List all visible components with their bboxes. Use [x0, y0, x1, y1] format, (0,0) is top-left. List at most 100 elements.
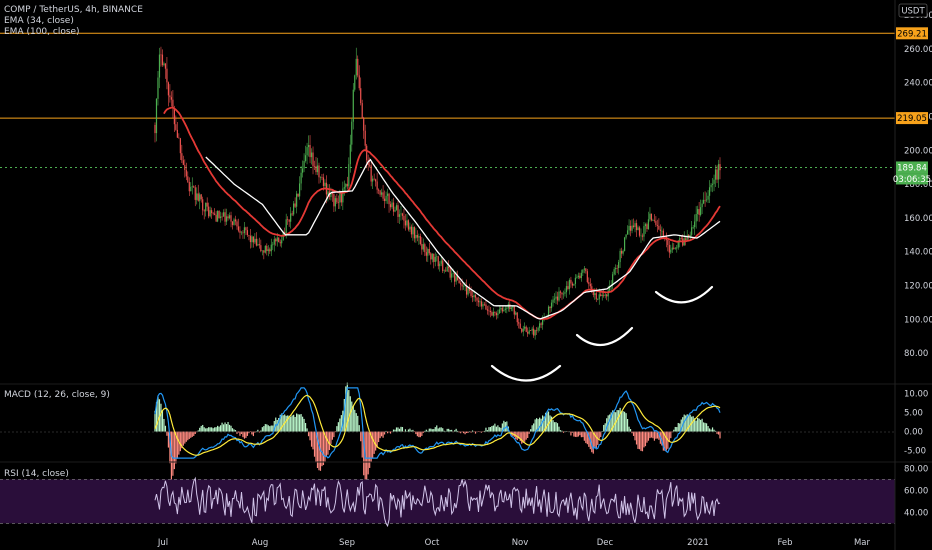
candle-body — [713, 179, 715, 184]
macd-histogram-bar — [191, 431, 193, 437]
candle-body — [272, 244, 274, 246]
rsi-pane[interactable] — [0, 476, 895, 528]
trading-chart[interactable]: 280.00260.00240.00220.00200.00180.00160.… — [0, 0, 932, 550]
macd-histogram-bar — [641, 431, 644, 452]
macd-histogram-bar — [182, 431, 184, 446]
macd-histogram-bar — [166, 431, 168, 436]
candle-body — [501, 307, 503, 312]
candle-body — [319, 177, 322, 178]
candle-body — [694, 221, 696, 228]
candle-body — [671, 247, 673, 250]
candle-body — [266, 245, 268, 252]
candle-body — [410, 226, 413, 235]
macd-legend[interactable]: MACD (12, 26, close, 9) — [4, 390, 110, 400]
candle-body — [346, 183, 348, 187]
candle-body — [622, 250, 624, 254]
macd-histogram-bar — [454, 430, 456, 432]
candle-body — [307, 145, 310, 148]
macd-histogram-bar — [312, 431, 314, 450]
candle-body — [574, 277, 576, 284]
candle-body — [281, 240, 283, 244]
candle-body — [300, 172, 302, 184]
candle-body — [637, 227, 639, 231]
candle-body — [261, 250, 263, 252]
macd-histogram-bar — [219, 425, 222, 432]
candle-body — [515, 312, 517, 315]
candle-body — [524, 326, 526, 329]
ema34-legend[interactable]: EMA (34, close) — [4, 16, 74, 26]
macd-histogram-bar — [351, 401, 353, 432]
candle-body — [234, 219, 237, 222]
candle-body — [322, 177, 325, 186]
macd-histogram-bar — [708, 428, 711, 432]
macd-histogram-bar — [521, 431, 523, 444]
candle-body — [588, 282, 590, 285]
symbol-title[interactable]: COMP / TetherUS, 4h, BINANCE — [4, 5, 143, 15]
candle-body — [446, 266, 448, 272]
macd-histogram-bar — [206, 428, 208, 432]
candle-body — [419, 236, 421, 245]
macd-histogram-bar — [242, 431, 244, 438]
macd-histogram-bar — [203, 427, 205, 432]
candle-body — [237, 226, 240, 231]
macd-histogram-bar — [424, 430, 426, 432]
candle-body — [653, 220, 656, 221]
level-tag-label: 219.05 — [897, 114, 927, 124]
candle-body — [443, 270, 445, 272]
candle-body — [191, 186, 193, 187]
rsi-legend[interactable]: RSI (14, close) — [4, 469, 69, 479]
macd-histogram-bar — [209, 427, 211, 432]
candle-body — [418, 236, 420, 238]
price-tick-label: 160.00 — [904, 214, 932, 224]
candle-body — [194, 187, 196, 200]
candle-body — [621, 250, 623, 254]
candle-body — [303, 160, 305, 169]
rsi-tick-label: 60.00 — [904, 486, 928, 496]
candle-body — [589, 284, 591, 287]
candle-body — [670, 249, 672, 253]
candle-body — [409, 226, 411, 230]
candle-body — [288, 219, 290, 222]
macd-histogram-bar — [394, 429, 396, 432]
candle-body — [351, 121, 353, 145]
candle-body — [564, 292, 566, 294]
macd-histogram-bar — [703, 422, 705, 432]
macd-histogram-bar — [598, 431, 600, 439]
macd-histogram-bar — [458, 431, 460, 433]
candle-body — [327, 191, 329, 195]
rsi-axis[interactable]: 80.00 60.00 40.00 — [904, 464, 928, 518]
candle-body — [154, 124, 156, 134]
candle-body — [440, 260, 442, 264]
candle-body — [704, 199, 706, 201]
candle-body — [454, 273, 456, 282]
macd-histogram-bar — [157, 396, 159, 432]
macd-histogram-bar — [418, 431, 420, 438]
candle-body — [179, 138, 181, 154]
candle-body — [717, 164, 720, 180]
candle-body — [612, 274, 614, 286]
candle-body — [512, 306, 514, 308]
macd-histogram-bar — [704, 422, 706, 432]
candle-body — [245, 227, 247, 231]
candle-body — [701, 203, 703, 208]
currency-button[interactable]: USDT — [898, 3, 928, 18]
candle-body — [378, 189, 380, 191]
candle-body — [252, 236, 254, 243]
macd-histogram-bar — [264, 424, 266, 432]
macd-histogram-bar — [592, 431, 594, 454]
candle-body — [571, 283, 574, 286]
macd-histogram-bar — [375, 431, 377, 451]
candle-body — [345, 183, 347, 188]
macd-histogram-bar — [531, 425, 533, 432]
macd-histogram-bar — [434, 427, 436, 432]
candle-body — [662, 230, 664, 237]
macd-histogram-bar — [328, 431, 331, 451]
candle-body — [691, 227, 693, 235]
ema100-legend[interactable]: EMA (100, close) — [4, 27, 80, 37]
candle-body — [625, 234, 627, 238]
candle-body — [559, 291, 562, 293]
candle-body — [199, 194, 201, 201]
macd-histogram-bar — [649, 431, 651, 439]
candle-body — [255, 238, 257, 246]
candle-body — [205, 202, 207, 212]
